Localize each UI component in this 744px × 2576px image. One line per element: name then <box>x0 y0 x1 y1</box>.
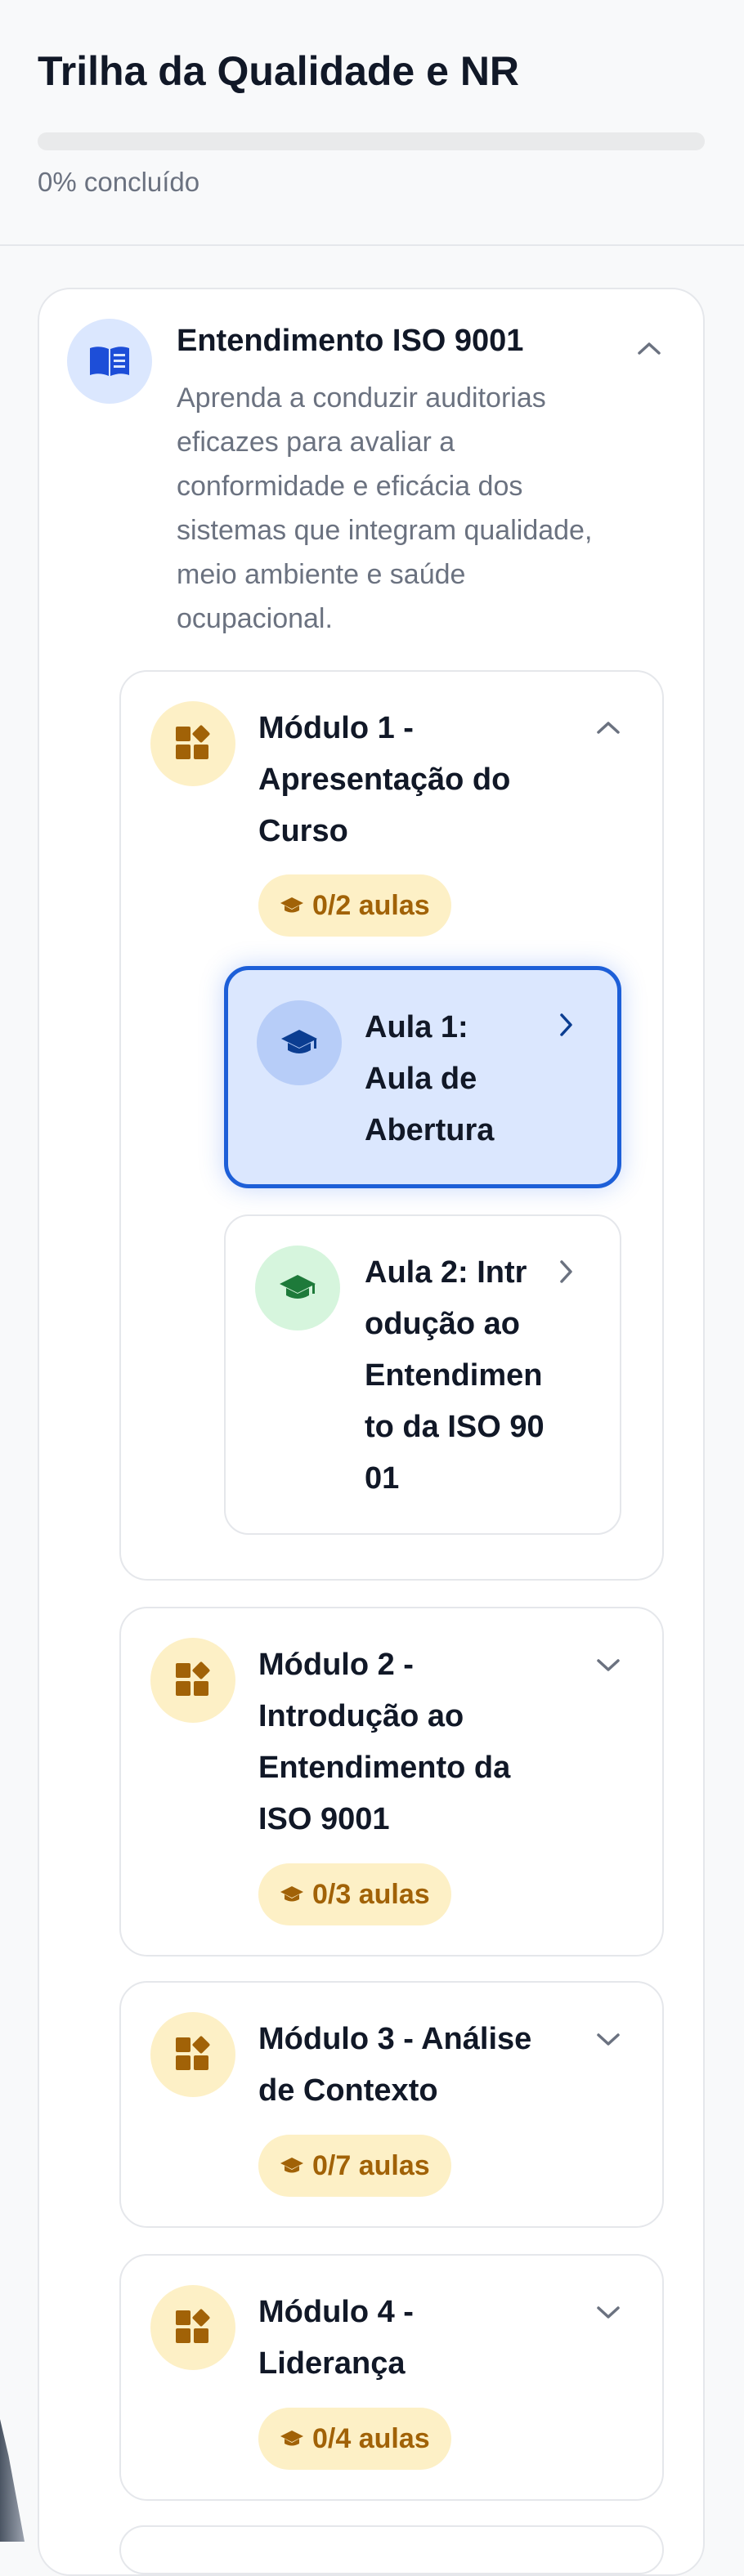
lesson-title[interactable]: Aula 1: Aula de Abertura <box>365 1002 520 1156</box>
widgets-icon <box>150 1638 235 1723</box>
graduation-cap-icon <box>280 2150 304 2182</box>
scroll-shadow <box>0 2419 25 2542</box>
graduation-cap-icon <box>255 1246 340 1330</box>
badge-label: 0/7 aulas <box>312 2149 430 2181</box>
graduation-cap-icon <box>280 2423 304 2455</box>
lessons-count-badge: 0/2 aulas <box>258 874 451 937</box>
widgets-icon <box>150 2012 235 2097</box>
lessons-count-badge: 0/4 aulas <box>258 2408 451 2470</box>
chevron-down-icon[interactable] <box>592 2296 625 2329</box>
graduation-cap-icon <box>280 890 304 922</box>
progress-label: 0% concluído <box>38 167 200 197</box>
chevron-up-icon[interactable] <box>592 711 625 744</box>
book-open-icon <box>67 319 152 404</box>
module-title[interactable]: Módulo 4 - Liderança <box>258 2287 569 2390</box>
chevron-down-icon[interactable] <box>592 1649 625 1682</box>
course-description: Aprenda a conduzir auditorias eficazes p… <box>177 382 593 634</box>
page-header: Trilha da Qualidade e NR 0% concluído <box>0 0 744 246</box>
lessons-count-badge: 0/7 aulas <box>258 2135 451 2197</box>
lesson-title[interactable]: Aula 2: Introdução ao Entendimento da IS… <box>365 1247 545 1505</box>
badge-label: 0/3 aulas <box>312 1878 430 1910</box>
page-title: Trilha da Qualidade e NR <box>38 48 520 94</box>
module-card-partial[interactable] <box>119 2525 664 2574</box>
course-title[interactable]: Entendimento ISO 9001 <box>177 324 523 359</box>
chevron-down-icon[interactable] <box>592 2024 625 2056</box>
progress-bar <box>38 132 705 150</box>
chevron-right-icon[interactable] <box>551 1008 580 1041</box>
lessons-count-badge: 0/3 aulas <box>258 1863 451 1925</box>
graduation-cap-icon <box>257 1000 342 1085</box>
widgets-icon <box>150 701 235 786</box>
graduation-cap-icon <box>280 1879 304 1911</box>
badge-label: 0/4 aulas <box>312 2422 430 2454</box>
widgets-icon <box>150 2285 235 2370</box>
badge-label: 0/2 aulas <box>312 889 430 921</box>
module-title[interactable]: Módulo 1 - Apresentação do Curso <box>258 703 569 857</box>
chevron-right-icon[interactable] <box>551 1255 580 1288</box>
module-title[interactable]: Módulo 3 - Análise de Contexto <box>258 2014 569 2117</box>
module-title[interactable]: Módulo 2 - Introdução ao Entendimento da… <box>258 1639 569 1845</box>
chevron-up-icon[interactable] <box>633 332 666 364</box>
